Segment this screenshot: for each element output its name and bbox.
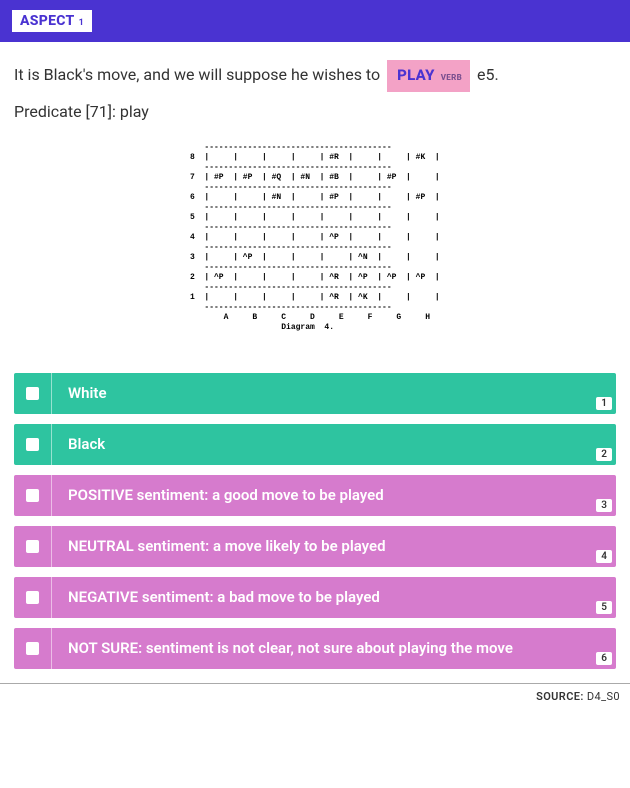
predicate-chip-word: PLAY xyxy=(397,63,435,89)
checkbox-box[interactable] xyxy=(26,591,39,604)
option-row[interactable]: Black2 xyxy=(14,424,616,465)
sentence-pre: It is Black's move, and we will suppose … xyxy=(14,65,384,84)
checkbox-box[interactable] xyxy=(26,489,39,502)
option-text: Black xyxy=(52,424,616,465)
predicate-line: Predicate [71]: play xyxy=(14,102,616,121)
option-checkbox[interactable] xyxy=(14,577,52,618)
option-text: NEUTRAL sentiment: a move likely to be p… xyxy=(52,526,616,567)
option-hotkey: 4 xyxy=(596,550,612,563)
option-hotkey: 6 xyxy=(596,652,612,665)
options-list: White1 Black2 POSITIVE sentiment: a good m… xyxy=(0,373,630,683)
option-checkbox[interactable] xyxy=(14,628,52,669)
option-text: NOT SURE: sentiment is not clear, not su… xyxy=(52,628,616,669)
option-checkbox[interactable] xyxy=(14,424,52,465)
option-text: White xyxy=(52,373,616,414)
header-bar: ASPECT 1 xyxy=(0,0,630,42)
aspect-badge: ASPECT 1 xyxy=(12,10,92,32)
option-row[interactable]: NEGATIVE sentiment: a bad move to be pla… xyxy=(14,577,616,618)
checkbox-box[interactable] xyxy=(26,387,39,400)
aspect-label: ASPECT xyxy=(20,13,75,29)
option-text: POSITIVE sentiment: a good move to be pl… xyxy=(52,475,616,516)
sentence: It is Black's move, and we will suppose … xyxy=(14,60,616,92)
predicate-chip-pos: VERB xyxy=(441,71,462,85)
source-value: D4_S0 xyxy=(587,690,620,703)
checkbox-box[interactable] xyxy=(26,540,39,553)
checkbox-box[interactable] xyxy=(26,438,39,451)
option-checkbox[interactable] xyxy=(14,475,52,516)
option-checkbox[interactable] xyxy=(14,526,52,567)
option-row[interactable]: POSITIVE sentiment: a good move to be pl… xyxy=(14,475,616,516)
source-label: SOURCE: xyxy=(536,690,584,703)
option-row[interactable]: NEUTRAL sentiment: a move likely to be p… xyxy=(14,526,616,567)
option-row[interactable]: NOT SURE: sentiment is not clear, not su… xyxy=(14,628,616,669)
sentence-post: e5. xyxy=(477,65,499,84)
annotation-card: ASPECT 1 It is Black's move, and we will… xyxy=(0,0,630,713)
predicate-chip: PLAY VERB xyxy=(387,60,470,92)
body-area: It is Black's move, and we will suppose … xyxy=(0,42,630,373)
option-text: NEGATIVE sentiment: a bad move to be pla… xyxy=(52,577,616,618)
aspect-index: 1 xyxy=(79,18,84,28)
checkbox-box[interactable] xyxy=(26,642,39,655)
option-hotkey: 2 xyxy=(596,448,612,461)
option-checkbox[interactable] xyxy=(14,373,52,414)
option-hotkey: 1 xyxy=(596,397,612,410)
chess-diagram: --------------------------------------- … xyxy=(190,143,440,333)
option-hotkey: 5 xyxy=(596,601,612,614)
footer-source: SOURCE: D4_S0 xyxy=(0,683,630,713)
option-row[interactable]: White1 xyxy=(14,373,616,414)
option-hotkey: 3 xyxy=(596,499,612,512)
